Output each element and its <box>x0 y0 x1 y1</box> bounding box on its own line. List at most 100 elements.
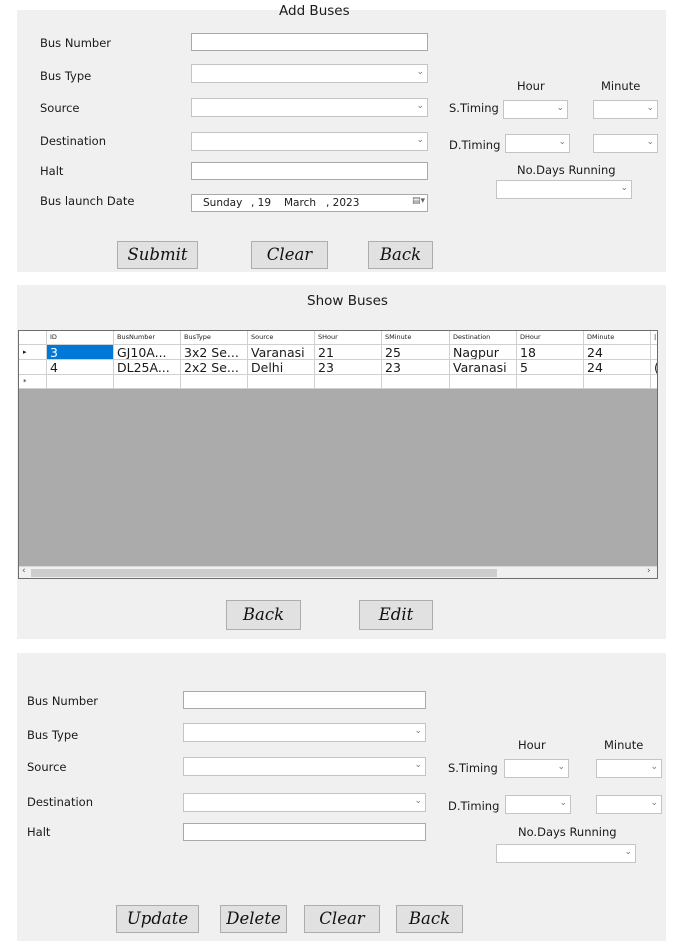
bus-type-select[interactable]: ⌄ <box>191 64 428 83</box>
d-hour-select[interactable]: ⌄ <box>505 795 571 814</box>
s-hour-select[interactable]: ⌄ <box>503 100 568 119</box>
new-row-cell[interactable] <box>584 375 651 389</box>
bus-type-label: Bus Type <box>40 69 92 83</box>
chevron-down-icon: ⌄ <box>559 798 567 808</box>
new-row-cell[interactable] <box>517 375 584 389</box>
hour-label: Hour <box>518 738 546 752</box>
table-cell-overflow: ( <box>651 360 657 375</box>
table-cell[interactable]: 5 <box>517 360 584 375</box>
submit-button[interactable]: Submit <box>117 241 198 269</box>
table-cell[interactable]: Nagpur <box>450 345 517 360</box>
table-cell[interactable]: 3x2 Se... <box>181 345 248 360</box>
s-minute-select[interactable]: ⌄ <box>596 759 662 778</box>
back-button[interactable]: Back <box>368 241 433 269</box>
minute-label: Minute <box>601 79 641 93</box>
s-minute-select[interactable]: ⌄ <box>593 100 658 119</box>
back-button[interactable]: Back <box>226 600 301 630</box>
destination-label: Destination <box>40 134 106 148</box>
clear-button[interactable]: Clear <box>251 241 328 269</box>
new-row-cell[interactable] <box>248 375 315 389</box>
new-row-cell[interactable] <box>114 375 181 389</box>
new-row-cell[interactable] <box>382 375 450 389</box>
buses-data-grid[interactable]: ID BusNumber BusType Source SHour SMinut… <box>18 330 658 579</box>
halt-label: Halt <box>27 825 51 839</box>
col-header-bustype[interactable]: BusType <box>181 331 248 345</box>
halt-input[interactable] <box>183 823 426 841</box>
table-cell[interactable]: 2x2 Se... <box>181 360 248 375</box>
new-row-cell[interactable] <box>450 375 517 389</box>
destination-select[interactable]: ⌄ <box>191 132 428 151</box>
back-button[interactable]: Back <box>396 905 463 933</box>
bus-number-input[interactable] <box>191 33 428 51</box>
edit-button[interactable]: Edit <box>359 600 433 630</box>
table-cell[interactable]: GJ10A... <box>114 345 181 360</box>
col-header-destination[interactable]: Destination <box>450 331 517 345</box>
bus-type-select[interactable]: ⌄ <box>183 723 426 742</box>
destination-select[interactable]: ⌄ <box>183 793 426 812</box>
new-row-cell[interactable] <box>47 375 114 389</box>
d-minute-select[interactable]: ⌄ <box>593 134 658 153</box>
col-header-dminute[interactable]: DMinute <box>584 331 651 345</box>
calendar-icon[interactable]: ▤▾ <box>412 196 425 206</box>
add-buses-title: Add Buses <box>279 3 350 19</box>
table-cell[interactable]: 23 <box>382 360 450 375</box>
chevron-down-icon: ⌄ <box>558 137 566 147</box>
table-cell[interactable]: 4 <box>47 360 114 375</box>
clear-button[interactable]: Clear <box>304 905 380 933</box>
table-cell[interactable]: 21 <box>315 345 382 360</box>
col-header-id[interactable]: ID <box>47 331 114 345</box>
col-header-busnumber[interactable]: BusNumber <box>114 331 181 345</box>
days-running-select[interactable]: ⌄ <box>496 844 636 863</box>
col-header-dhour[interactable]: DHour <box>517 331 584 345</box>
date-day: , 19 <box>251 197 272 209</box>
halt-input[interactable] <box>191 162 428 180</box>
days-running-select[interactable]: ⌄ <box>496 180 632 199</box>
d-timing-label: D.Timing <box>449 138 501 152</box>
table-cell[interactable]: 24 <box>584 360 651 375</box>
chevron-down-icon: ⌄ <box>646 137 654 147</box>
d-minute-select[interactable]: ⌄ <box>596 795 662 814</box>
table-cell[interactable]: 3 <box>47 345 114 360</box>
chevron-down-icon: ⌄ <box>414 796 422 806</box>
launch-date-label: Bus launch Date <box>40 194 135 208</box>
d-hour-select[interactable]: ⌄ <box>505 134 570 153</box>
row-header-selected[interactable]: ▸ <box>19 345 47 360</box>
date-year: , 2023 <box>326 197 360 209</box>
source-select[interactable]: ⌄ <box>183 757 426 776</box>
scrollbar-thumb[interactable] <box>31 569 497 577</box>
horizontal-scrollbar[interactable]: ‹ › <box>19 566 657 578</box>
scroll-left-icon[interactable]: ‹ <box>22 566 26 576</box>
col-header-shour[interactable]: SHour <box>315 331 382 345</box>
row-header[interactable] <box>19 360 47 375</box>
chevron-down-icon: ⌄ <box>650 762 658 772</box>
scroll-right-icon[interactable]: › <box>647 566 651 576</box>
table-cell[interactable]: DL25A... <box>114 360 181 375</box>
new-row-cell[interactable] <box>181 375 248 389</box>
table-cell[interactable]: Delhi <box>248 360 315 375</box>
delete-button[interactable]: Delete <box>220 905 287 933</box>
bus-number-input[interactable] <box>183 691 426 709</box>
table-cell-overflow <box>651 345 657 360</box>
launch-date-picker[interactable]: Sunday , 19 March , 2023 ▤▾ <box>191 194 428 212</box>
chevron-down-icon: ⌄ <box>624 847 632 857</box>
new-row-cell[interactable] <box>315 375 382 389</box>
bus-type-label: Bus Type <box>27 728 79 742</box>
source-select[interactable]: ⌄ <box>191 98 428 117</box>
table-cell[interactable]: 24 <box>584 345 651 360</box>
chevron-down-icon: ⌄ <box>414 760 422 770</box>
new-row-header[interactable]: * <box>19 375 47 389</box>
table-cell[interactable]: 23 <box>315 360 382 375</box>
table-cell[interactable]: 18 <box>517 345 584 360</box>
hour-label: Hour <box>517 79 545 93</box>
update-button[interactable]: Update <box>116 905 199 933</box>
date-day-name: Sunday <box>203 197 243 209</box>
table-cell[interactable]: Varanasi <box>248 345 315 360</box>
table-cell[interactable]: 25 <box>382 345 450 360</box>
col-header-sminute[interactable]: SMinute <box>382 331 450 345</box>
table-cell[interactable]: Varanasi <box>450 360 517 375</box>
col-header-source[interactable]: Source <box>248 331 315 345</box>
s-hour-select[interactable]: ⌄ <box>504 759 569 778</box>
source-label: Source <box>27 760 67 774</box>
s-timing-label: S.Timing <box>448 761 498 775</box>
date-month: March <box>284 197 317 209</box>
